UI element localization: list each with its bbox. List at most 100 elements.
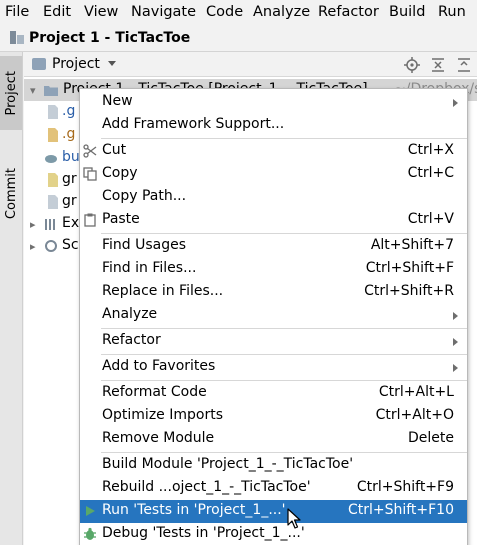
collapse-all-icon[interactable] [430,57,446,73]
paste-icon [84,213,96,227]
menu-item-label: Copy [102,165,138,181]
menu-item-rebuild-module[interactable]: Rebuild ...oject_1_-_TicTacToe' Ctrl+Shi… [80,477,467,500]
menu-item-find-usages[interactable]: Find Usages Alt+Shift+7 [80,235,467,258]
tree-row-label: .g [62,103,76,119]
scratches-icon [45,240,57,252]
breadcrumb-project-title[interactable]: Project 1 - TicTacToe [29,30,190,46]
menu-item-label: Find Usages [102,237,187,253]
menu-item-add-framework-support[interactable]: Add Framework Support... [80,114,467,137]
menu-item-label: Replace in Files... [102,283,224,299]
menu-item-shortcut: Ctrl+Alt+L [378,384,454,400]
menu-refactor[interactable]: Refactor [318,3,379,21]
menu-item-label: Add to Favorites [102,358,216,374]
menu-analyze[interactable]: Analyze [253,3,310,21]
menu-separator [101,328,467,329]
menu-item-shortcut: Alt+Shift+7 [370,237,454,253]
menu-item-label: Cut [102,142,127,158]
tree-row-label: .g [62,126,76,142]
menu-build[interactable]: Build [389,3,425,21]
commit-tool-tab[interactable]: Commit [0,132,22,256]
menu-item-reformat-code[interactable]: Reformat Code Ctrl+Alt+L [80,382,467,405]
file-icon [48,128,58,142]
menu-item-cut[interactable]: Cut Ctrl+X [80,140,467,163]
tree-row-label: Ex [62,215,80,231]
project-tool-tab[interactable]: Project [0,56,22,130]
menu-separator [101,380,467,381]
menu-file[interactable]: File [5,3,29,21]
menu-item-shortcut: Delete [408,430,454,446]
menu-item-shortcut: Ctrl+Alt+O [375,407,454,423]
tree-row-label: gr [62,193,77,209]
menu-item-shortcut: Ctrl+Shift+F [365,260,454,276]
scissors-icon [83,144,97,158]
menu-item-refactor[interactable]: Refactor [80,330,467,353]
menu-item-new[interactable]: New [80,91,467,114]
commit-tab-label: Commit [3,168,19,220]
menu-item-analyze[interactable]: Analyze [80,304,467,327]
submenu-arrow-icon [453,312,458,320]
menu-item-label: Find in Files... [102,260,197,276]
submenu-arrow-icon [453,99,458,107]
mouse-pointer-icon [287,508,301,529]
chevron-down-icon[interactable]: ▾ [30,84,36,97]
menu-item-label: Remove Module [102,430,215,446]
menu-item-label: Paste [102,211,140,227]
menu-separator [101,233,467,234]
menu-item-debug-tests[interactable]: Debug 'Tests in 'Project_1_...' [80,523,467,545]
project-view-icon [32,58,46,70]
library-icon [45,219,55,230]
menu-separator [101,452,467,453]
menu-code[interactable]: Code [206,3,243,21]
menu-item-replace-in-files[interactable]: Replace in Files... Ctrl+Shift+R [80,281,467,304]
tree-row-label: Sc [62,237,79,253]
menu-view[interactable]: View [84,3,118,21]
file-icon [48,195,58,209]
menu-edit[interactable]: Edit [43,3,71,21]
menu-item-shortcut: Ctrl+Shift+R [364,283,454,299]
project-panel-header: Project [24,52,477,77]
main-menubar: File Edit View Navigate Code Analyze Ref… [0,0,477,24]
menu-item-label: Optimize Imports [102,407,223,423]
menu-item-paste[interactable]: Paste Ctrl+V [80,209,467,232]
expand-icon[interactable] [456,57,472,73]
menu-item-label: Build Module 'Project_1_-_TicTacToe' [102,456,354,472]
menu-run[interactable]: Run [438,3,466,21]
chevron-right-icon[interactable]: ▸ [30,240,36,253]
locate-icon[interactable] [404,57,420,73]
run-icon [86,506,95,516]
tree-row-label: gr [62,171,77,187]
navigation-bar: Project 1 - TicTacToe [0,25,477,52]
menu-item-add-to-favorites[interactable]: Add to Favorites [80,356,467,379]
chevron-down-icon[interactable] [108,61,116,66]
menu-item-label: Analyze [102,306,158,322]
menu-item-label: Rebuild ...oject_1_-_TicTacToe' [102,479,311,495]
menu-item-shortcut: Ctrl+Shift+F10 [347,502,454,518]
menu-item-run-tests[interactable]: Run 'Tests in 'Project_1_...' Ctrl+Shift… [80,500,467,523]
menu-item-shortcut: Ctrl+V [407,211,454,227]
project-folder-icon [10,31,24,44]
menu-item-copy-path[interactable]: Copy Path... [80,186,467,209]
menu-item-shortcut: Ctrl+C [407,165,454,181]
context-menu: New Add Framework Support... Cut Ctrl+X … [79,88,468,545]
menu-item-label: Run 'Tests in 'Project_1_...' [102,502,286,518]
gradle-icon [45,155,57,163]
tree-row-label: bu [62,149,80,165]
menu-item-find-in-files[interactable]: Find in Files... Ctrl+Shift+F [80,258,467,281]
menu-item-label: Add Framework Support... [102,116,285,132]
menu-item-shortcut: Ctrl+X [407,142,454,158]
menu-item-optimize-imports[interactable]: Optimize Imports Ctrl+Alt+O [80,405,467,428]
menu-item-label: Copy Path... [102,188,187,204]
file-icon [48,105,58,119]
menu-item-label: New [102,93,133,109]
menu-item-remove-module[interactable]: Remove Module Delete [80,428,467,451]
project-tab-label: Project [3,70,19,116]
menu-item-build-module[interactable]: Build Module 'Project_1_-_TicTacToe' [80,454,467,477]
project-view-selector[interactable]: Project [52,56,100,72]
debug-icon [84,527,96,540]
menu-navigate[interactable]: Navigate [131,3,196,21]
menu-item-copy[interactable]: Copy Ctrl+C [80,163,467,186]
menu-separator [101,354,467,355]
submenu-arrow-icon [453,364,458,372]
menu-item-label: Debug 'Tests in 'Project_1_...' [102,525,305,541]
chevron-right-icon[interactable]: ▸ [30,218,36,231]
